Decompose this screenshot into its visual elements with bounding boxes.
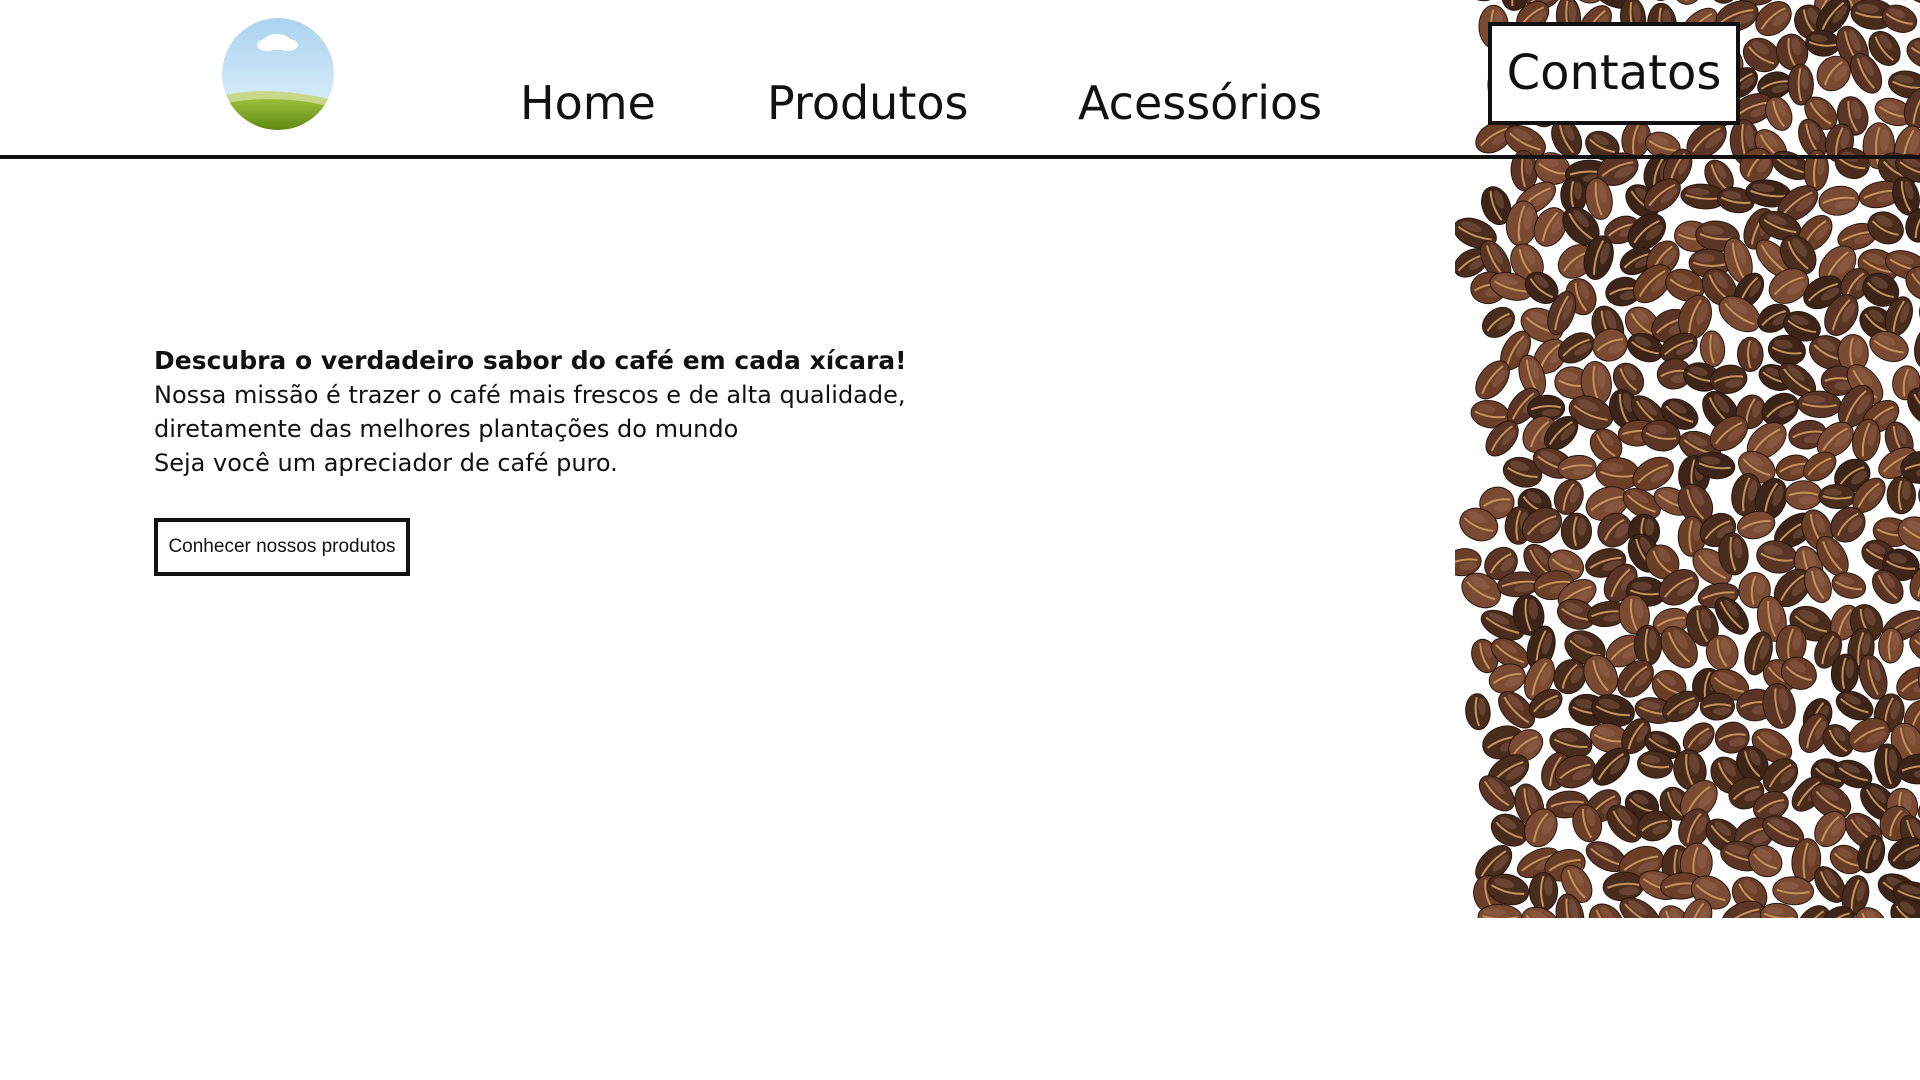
coffee-bean	[1528, 871, 1559, 911]
coffee-bean	[1465, 693, 1491, 731]
landing-page: Home Produtos Acessórios Contatos Descub…	[0, 0, 1920, 1080]
site-header: Home Produtos Acessórios Contatos	[0, 0, 1920, 160]
coffee-bean	[1878, 627, 1904, 664]
hero-title: Descubra o verdadeiro sabor do café em c…	[154, 346, 907, 375]
coffee-bean	[1699, 330, 1726, 368]
coffee-bean	[1560, 512, 1593, 550]
coffee-bean	[1736, 336, 1764, 372]
header-divider	[0, 155, 1920, 159]
conhecer-produtos-button[interactable]: Conhecer nossos produtos	[154, 518, 410, 576]
coffee-bean	[1633, 624, 1663, 666]
coffee-bean	[1914, 324, 1920, 369]
hero-line-3: Seja você um apreciador de café puro.	[154, 449, 618, 477]
hero-section: Descubra o verdadeiro sabor do café em c…	[154, 344, 914, 480]
nav-acessorios-link[interactable]: Acessórios	[1078, 70, 1322, 136]
coffee-bean	[1784, 480, 1823, 511]
coffee-bean	[1818, 185, 1860, 216]
hero-line-2: diretamente das melhores plantações do m…	[154, 415, 739, 443]
contatos-button[interactable]: Contatos	[1488, 22, 1740, 125]
coffee-bean	[1886, 476, 1916, 515]
nav-home-link[interactable]: Home	[520, 70, 656, 136]
hero-line-1: Nossa missão é trazer o café mais fresco…	[154, 381, 906, 409]
nav-produtos-link[interactable]: Produtos	[767, 70, 968, 136]
landscape-logo-icon[interactable]	[222, 18, 334, 130]
